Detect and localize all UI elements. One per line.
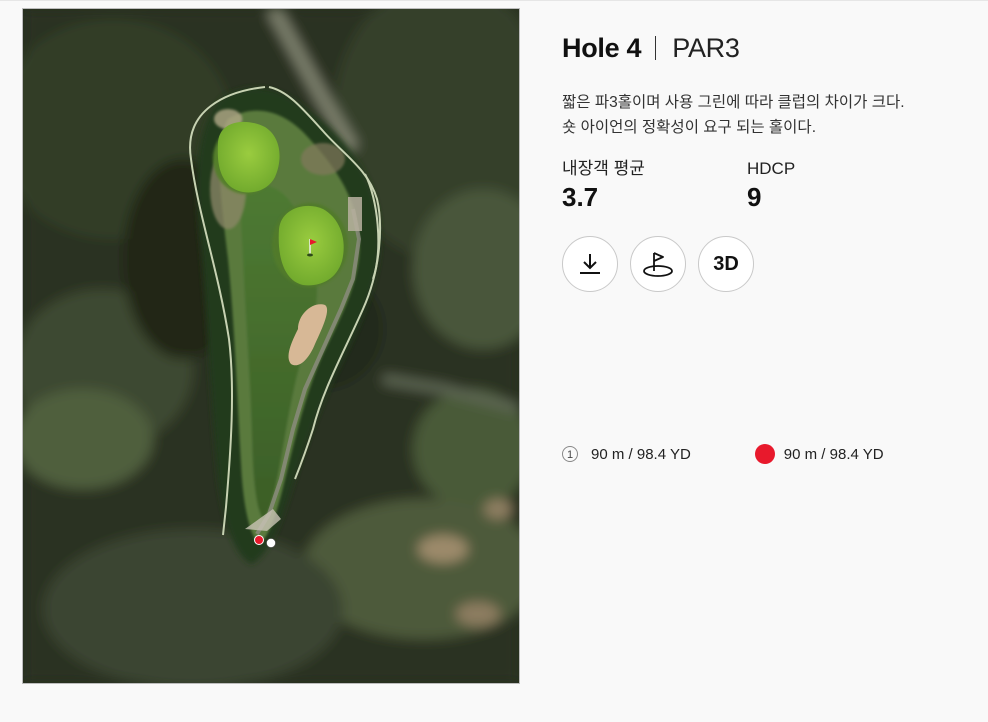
view-3d-label: 3D [713, 252, 739, 275]
hole-description: 짧은 파3홀이며 사용 그린에 따라 클럽의 차이가 크다. 숏 아이언의 정확… [562, 90, 972, 140]
hole-stats: 내장객 평균 3.7 HDCP 9 [562, 158, 972, 212]
top-divider [0, 0, 988, 1]
action-buttons: 3D [562, 236, 972, 292]
tee-distances: 1 90 m / 98.4 YD 90 m / 98.4 YD [562, 444, 884, 464]
distance-text: 90 m / 98.4 YD [783, 445, 884, 463]
distance-text: 90 m / 98.4 YD [591, 445, 691, 463]
hdcp-stat: HDCP 9 [747, 158, 932, 212]
green-view-button[interactable] [630, 236, 686, 292]
red-tee-marker [754, 444, 775, 464]
average-score-label: 내장객 평균 [562, 159, 645, 178]
title-separator [655, 36, 657, 60]
distance-item: 90 m / 98.4 YD [754, 444, 884, 464]
hole-number: Hole 4 [562, 32, 642, 63]
hdcp-label: HDCP [747, 159, 796, 178]
download-button[interactable] [562, 236, 618, 292]
hole-info-panel: Hole 4 PAR3 짧은 파3홀이며 사용 그린에 따라 클럽의 차이가 크… [562, 30, 972, 292]
green-flag-icon [643, 252, 673, 277]
hole-map[interactable] [22, 8, 520, 684]
hole-par: PAR3 [672, 32, 740, 63]
tee-number-badge: 1 [562, 446, 578, 462]
view-3d-button[interactable]: 3D [698, 236, 754, 292]
distance-item: 1 90 m / 98.4 YD [562, 446, 691, 463]
description-line: 짧은 파3홀이며 사용 그린에 따라 클럽의 차이가 크다. [562, 94, 905, 111]
download-icon [580, 254, 600, 274]
hole-aerial-image [23, 9, 519, 683]
hdcp-value: 9 [747, 182, 762, 212]
average-score-value: 3.7 [562, 182, 599, 212]
description-line: 숏 아이언의 정확성이 요구 되는 홀이다. [562, 119, 816, 136]
hole-title-row: Hole 4 PAR3 [562, 30, 972, 66]
average-score-stat: 내장객 평균 3.7 [562, 158, 747, 212]
